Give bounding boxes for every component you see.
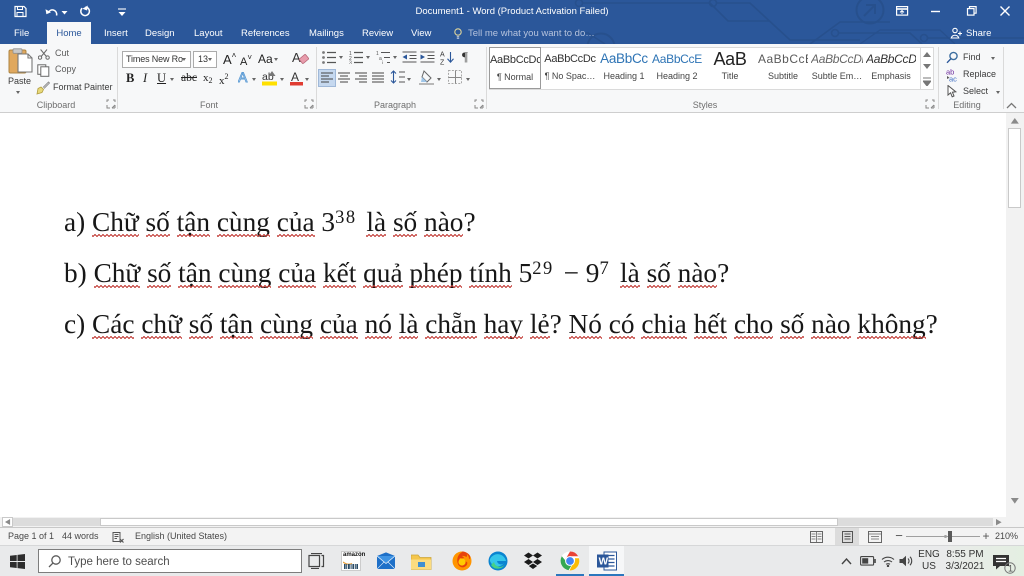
svg-text:1: 1 [1008, 564, 1013, 574]
svg-text:A: A [291, 70, 299, 84]
svg-text:A: A [440, 52, 445, 59]
svg-text:W: W [599, 557, 609, 568]
svg-text:3: 3 [349, 61, 352, 65]
svg-text:ac: ac [949, 75, 957, 83]
svg-text:Z: Z [440, 60, 445, 66]
svg-text:A: A [238, 70, 248, 85]
svg-text:i: i [382, 61, 383, 65]
svg-text:A: A [292, 50, 301, 65]
